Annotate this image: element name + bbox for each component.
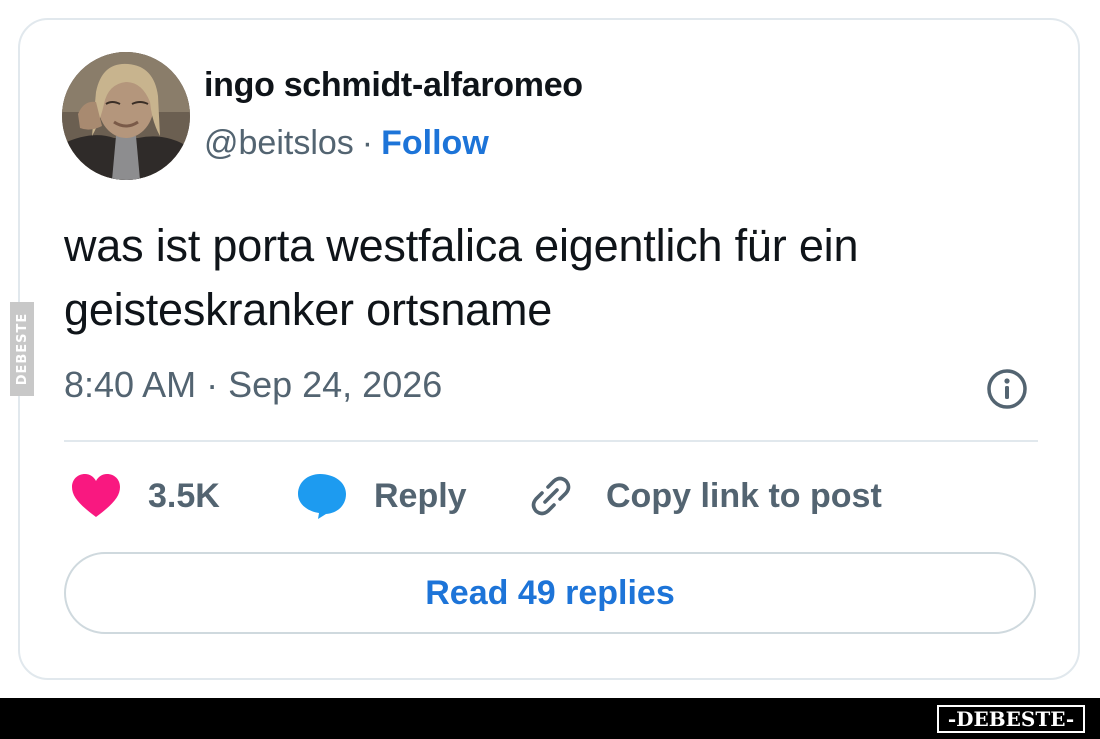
tweet-text-line: was ist porta westfalica eigentlich für …	[64, 220, 859, 271]
info-icon[interactable]	[986, 368, 1028, 410]
tweet-text: was ist porta westfalica eigentlich für …	[64, 214, 1064, 342]
handle-line: @beitslos · Follow	[204, 124, 489, 163]
likes-count: 3.5K	[148, 476, 220, 515]
like-button[interactable]: 3.5K	[70, 470, 220, 522]
link-icon	[531, 476, 571, 516]
heart-icon	[72, 474, 120, 517]
bottom-bar	[0, 698, 1100, 739]
follow-button[interactable]: Follow	[381, 124, 489, 162]
copy-link-button[interactable]: Copy link to post	[528, 470, 882, 522]
author-name[interactable]: ingo schmidt-alfaromeo	[204, 66, 583, 105]
copy-link-label: Copy link to post	[606, 476, 882, 515]
tweet-text-line: geisteskranker ortsname	[64, 284, 553, 335]
author-handle[interactable]: @beitslos	[204, 124, 354, 162]
bottom-watermark: -DEBESTE-	[936, 704, 1086, 739]
svg-text:-DEBESTE-: -DEBESTE-	[948, 707, 1074, 731]
tweet-timestamp[interactable]: 8:40 AM · Sep 24, 2026	[64, 364, 442, 406]
reply-label: Reply	[374, 476, 467, 515]
svg-text:DEBESTE: DEBESTE	[15, 313, 30, 386]
divider	[64, 440, 1038, 442]
avatar[interactable]	[62, 52, 190, 180]
read-replies-button[interactable]: Read 49 replies	[64, 552, 1036, 634]
side-watermark: DEBESTE	[10, 302, 34, 396]
reply-bubble-icon	[298, 474, 346, 519]
reply-button[interactable]: Reply	[296, 470, 467, 522]
handle-separator: ·	[361, 124, 374, 162]
